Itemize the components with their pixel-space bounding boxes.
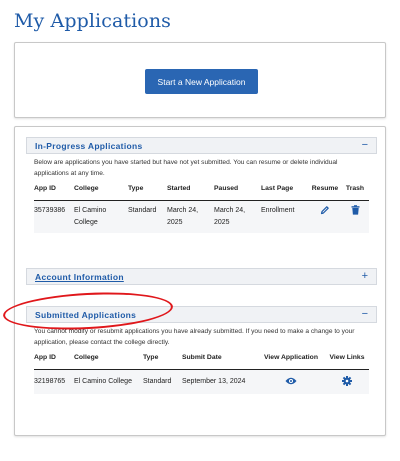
column-header: Submit Date: [182, 354, 222, 361]
view-application-cell: [257, 376, 325, 388]
column-header: App ID: [34, 185, 56, 192]
account-panel: Account Information +: [26, 268, 377, 285]
pencil-icon[interactable]: [320, 205, 330, 215]
college-cell: El Camino College: [74, 207, 107, 226]
table-row: 32198765 El Camino College Standard Sept…: [34, 370, 369, 394]
in-progress-table: App ID College Type Started Paused Last …: [34, 185, 369, 233]
in-progress-table-header: App ID College Type Started Paused Last …: [34, 185, 369, 201]
column-header: Trash: [345, 185, 365, 192]
collapse-icon[interactable]: −: [362, 309, 368, 320]
submit-date-cell: September 13, 2024: [182, 378, 246, 385]
in-progress-panel: In-Progress Applications − Below are app…: [26, 137, 377, 233]
column-header: View Application: [263, 354, 318, 361]
resume-cell: [307, 205, 343, 217]
submitted-table-header: App ID College Type Submit Date View App…: [34, 354, 369, 370]
start-new-application-button[interactable]: Start a New Application: [145, 69, 258, 94]
view-links-cell: [325, 376, 369, 388]
column-header: View Links: [329, 354, 365, 361]
started-cell: March 24, 2025: [167, 207, 199, 226]
paused-cell: March 24, 2025: [214, 207, 246, 226]
trash-icon[interactable]: [351, 205, 360, 215]
account-title[interactable]: Account Information: [35, 272, 124, 282]
column-header: College: [74, 185, 99, 192]
expand-icon[interactable]: +: [362, 271, 368, 282]
last-page-cell: Enrollment: [261, 207, 295, 214]
column-header: Resume: [311, 185, 339, 192]
start-card: Start a New Application: [14, 42, 386, 118]
column-header: Type: [143, 354, 159, 361]
page-title: My Applications: [14, 10, 172, 32]
column-header: Paused: [214, 185, 239, 192]
account-header[interactable]: Account Information +: [26, 268, 377, 285]
column-header: App ID: [34, 354, 56, 361]
eye-icon[interactable]: [285, 377, 297, 385]
column-header: College: [74, 354, 99, 361]
in-progress-header[interactable]: In-Progress Applications −: [26, 137, 377, 154]
type-cell: Standard: [143, 378, 172, 385]
table-row: 35739386 El Camino College Standard Marc…: [34, 201, 369, 233]
in-progress-description: Below are applications you have started …: [34, 159, 338, 177]
app-id-cell: 35739386: [34, 207, 66, 214]
app-id-cell: 32198765: [34, 378, 66, 385]
column-header: Last Page: [261, 185, 294, 192]
trash-cell: [343, 205, 367, 217]
in-progress-title: In-Progress Applications: [35, 140, 143, 151]
type-cell: Standard: [128, 207, 157, 214]
gear-icon[interactable]: [342, 376, 352, 387]
column-header: Type: [128, 185, 144, 192]
applications-card: In-Progress Applications − Below are app…: [14, 126, 386, 436]
column-header: Started: [167, 185, 191, 192]
submitted-table: App ID College Type Submit Date View App…: [34, 354, 369, 394]
collapse-icon[interactable]: −: [362, 140, 368, 151]
college-cell: El Camino College: [74, 378, 132, 385]
